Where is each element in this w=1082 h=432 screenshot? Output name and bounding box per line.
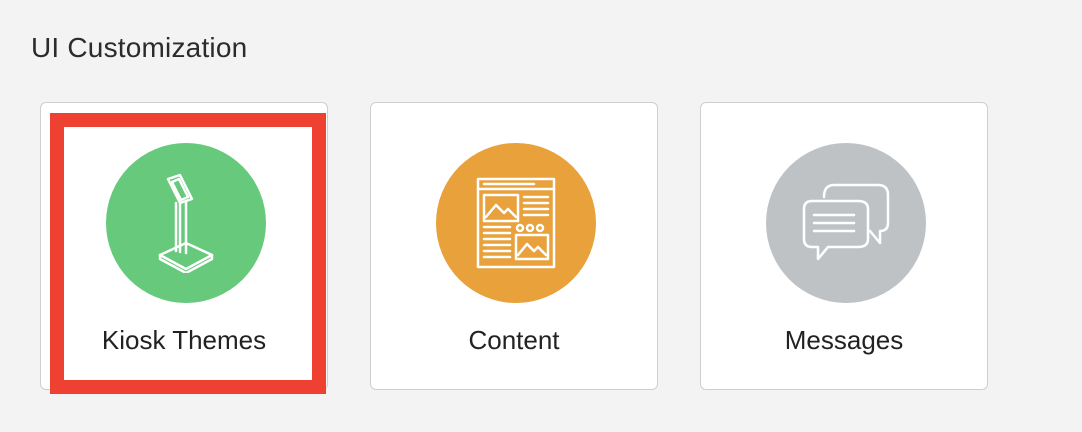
section-title: UI Customization bbox=[31, 32, 248, 63]
kiosk-themes-card[interactable]: Kiosk Themes bbox=[40, 102, 328, 390]
messages-icon-circle bbox=[766, 143, 926, 303]
messages-label: Messages bbox=[784, 325, 904, 355]
kiosk-icon bbox=[158, 173, 214, 273]
chat-bubbles-icon bbox=[802, 183, 890, 261]
content-layout-icon bbox=[476, 177, 556, 269]
kiosk-themes-label: Kiosk Themes bbox=[101, 325, 267, 355]
content-label: Content bbox=[468, 325, 560, 355]
content-card[interactable]: Content bbox=[370, 102, 658, 390]
content-icon-circle bbox=[436, 143, 596, 303]
messages-card[interactable]: Messages bbox=[700, 102, 988, 390]
kiosk-icon-circle bbox=[106, 143, 266, 303]
